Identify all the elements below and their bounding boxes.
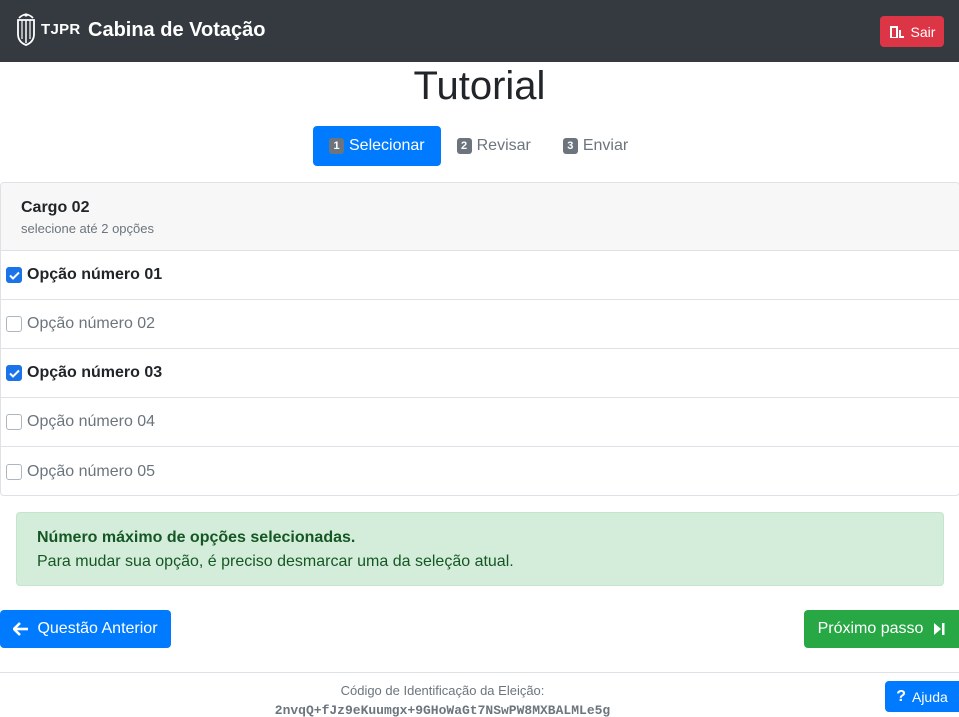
selection-instruction: selecione até 2 opções: [21, 221, 154, 236]
option-checkbox[interactable]: [6, 316, 22, 332]
next-step-label: Próximo passo: [817, 620, 924, 637]
page-title: Tutorial: [413, 64, 546, 108]
app-title: Cabina de Votação: [88, 19, 266, 41]
position-title: Cargo 02: [21, 199, 90, 216]
option-row[interactable]: Opção número 05: [1, 447, 959, 495]
top-navbar: TJPR Cabina de Votação Sair: [0, 0, 959, 62]
option-label: Opção número 02: [27, 315, 156, 332]
exit-button[interactable]: Sair: [880, 16, 944, 47]
tjpr-logo: TJPR: [15, 12, 81, 46]
option-checkbox[interactable]: [6, 365, 22, 381]
option-row[interactable]: Opção número 02: [1, 300, 959, 349]
help-button-label: Ajuda: [911, 688, 948, 705]
election-id-label: Código de Identificação da Eleição:: [340, 683, 545, 698]
option-label: Opção número 03: [27, 364, 163, 381]
option-label: Opção número 04: [27, 413, 156, 430]
alert-text: Para mudar sua opção, é preciso desmarca…: [37, 553, 514, 570]
footer: Código de Identificação da Eleição: 2nvq…: [0, 672, 959, 717]
step-select[interactable]: 1 Selecionar: [313, 126, 441, 166]
election-id-code: 2nvqQ+fJz9eKuumgx+9GHoWaGt7NSwPW8MXBALML…: [274, 703, 611, 717]
step-label: Selecionar: [349, 137, 425, 154]
step-number-badge: 2: [456, 138, 472, 154]
exit-button-label: Sair: [910, 23, 936, 40]
ballot-card: Cargo 02 selecione até 2 opções Opção nú…: [0, 182, 959, 496]
ballot-header: Cargo 02 selecione até 2 opções: [1, 183, 959, 251]
option-checkbox[interactable]: [6, 463, 22, 480]
next-step-button[interactable]: Próximo passo: [804, 610, 959, 648]
step-number-badge: 3: [562, 138, 578, 154]
step-review[interactable]: 2 Revisar: [441, 126, 547, 166]
previous-question-label: Questão Anterior: [37, 620, 158, 637]
alert-title: Número máximo de opções selecionadas.: [37, 529, 356, 546]
option-checkbox[interactable]: [6, 414, 22, 430]
option-label: Opção número 05: [27, 462, 156, 480]
check-icon: [8, 369, 20, 378]
option-row[interactable]: Opção número 03: [1, 349, 959, 398]
step-label: Enviar: [582, 137, 629, 154]
step-number-badge: 1: [329, 138, 344, 154]
tjpr-shield-icon: [17, 13, 35, 46]
step-indicator: 1 Selecionar 2 Revisar 3 Enviar: [313, 126, 644, 166]
previous-question-button[interactable]: Questão Anterior: [0, 610, 171, 648]
step-send[interactable]: 3 Enviar: [547, 126, 644, 166]
logo-text: TJPR: [41, 20, 81, 38]
step-label: Revisar: [476, 137, 531, 154]
help-button[interactable]: ? Ajuda: [885, 681, 959, 712]
check-icon: [8, 271, 20, 280]
question-icon: ?: [896, 687, 906, 705]
door-exit-icon: [889, 25, 904, 38]
max-selection-alert: Número máximo de opções selecionadas. Pa…: [16, 512, 944, 586]
option-row[interactable]: Opção número 04: [1, 398, 959, 447]
option-checkbox[interactable]: [6, 267, 22, 283]
arrow-left-icon: [13, 622, 29, 636]
option-label: Opção número 01: [27, 266, 163, 283]
step-forward-icon: [934, 623, 945, 635]
option-row[interactable]: Opção número 01: [1, 251, 959, 300]
